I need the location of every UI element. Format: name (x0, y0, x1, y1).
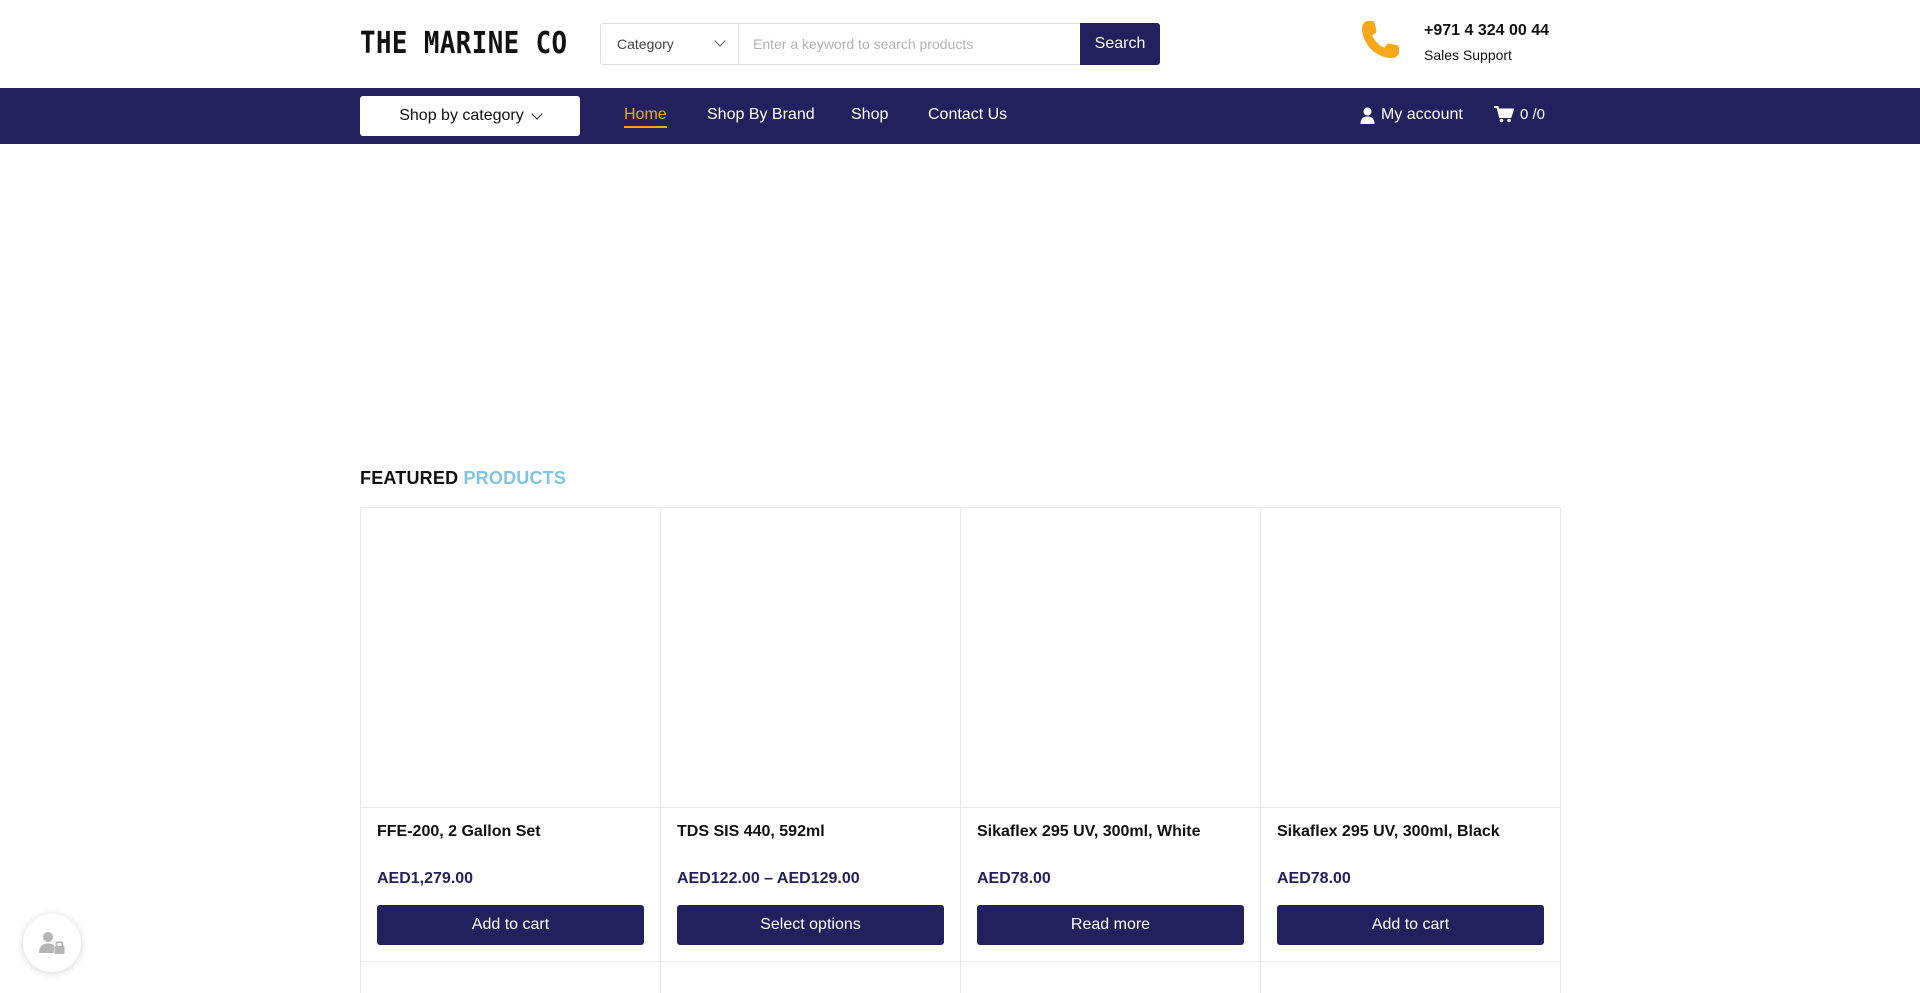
shop-by-category-button[interactable]: Shop by category (360, 96, 580, 136)
shop-by-category-label: Shop by category (399, 107, 524, 124)
product-image[interactable] (361, 508, 660, 808)
product-card-next-row (361, 962, 661, 993)
product-price: AED78.00 (1277, 870, 1351, 887)
product-name[interactable]: TDS SIS 440, 592ml (677, 823, 825, 841)
product-name[interactable]: Sikaflex 295 UV, 300ml, White (977, 823, 1201, 841)
product-image[interactable] (661, 508, 960, 808)
chevron-down-icon (714, 35, 726, 47)
phone-label: Sales Support (1424, 47, 1512, 63)
privacy-settings-button[interactable] (23, 914, 81, 972)
user-lock-icon (39, 932, 65, 954)
nav-link-home[interactable]: Home (624, 106, 667, 128)
top-header: THE MARINE CO Category Search +971 4 324… (0, 0, 1920, 88)
product-price: AED1,279.00 (377, 870, 474, 887)
cart-link[interactable]: 0 /0 (1494, 106, 1545, 123)
read-more-button[interactable]: Read more (977, 905, 1244, 945)
product-name[interactable]: Sikaflex 295 UV, 300ml, Black (1277, 823, 1500, 841)
product-card: FFE-200, 2 Gallon Set AED1,279.00 Add to… (361, 508, 661, 962)
select-options-button[interactable]: Select options (677, 905, 944, 945)
product-image[interactable] (1261, 508, 1560, 808)
add-to-cart-button[interactable]: Add to cart (1277, 905, 1544, 945)
product-name[interactable]: FFE-200, 2 Gallon Set (377, 823, 541, 841)
product-card: TDS SIS 440, 592ml AED122.00 – AED129.00… (661, 508, 961, 962)
search-category-select[interactable]: Category (601, 24, 739, 64)
product-card-next-row (661, 962, 961, 993)
product-card-next-row (1261, 962, 1561, 993)
my-account-label: My account (1381, 106, 1463, 123)
product-card-next-row (961, 962, 1261, 993)
cart-icon (1494, 106, 1514, 123)
chevron-down-icon (531, 107, 543, 120)
search-button[interactable]: Search (1080, 23, 1160, 65)
search-category-label: Category (617, 36, 674, 52)
featured-heading-part1: FEATURED (360, 468, 459, 488)
site-logo[interactable]: THE MARINE CO (360, 26, 568, 61)
product-price: AED122.00 – AED129.00 (677, 870, 860, 887)
nav-link-shop[interactable]: Shop (851, 106, 888, 124)
cart-count: 0 /0 (1520, 106, 1546, 123)
search-bar: Category Search (600, 23, 1160, 65)
nav-link-shop-by-brand[interactable]: Shop By Brand (707, 106, 815, 124)
page: THE MARINE CO Category Search +971 4 324… (0, 0, 1920, 993)
nav-link-contact-us[interactable]: Contact Us (928, 106, 1007, 124)
search-input[interactable] (739, 24, 1080, 64)
my-account-link[interactable]: My account (1360, 106, 1463, 124)
product-card: Sikaflex 295 UV, 300ml, Black AED78.00 A… (1261, 508, 1561, 962)
product-grid: FFE-200, 2 Gallon Set AED1,279.00 Add to… (360, 507, 1561, 993)
product-image[interactable] (961, 508, 1260, 808)
phone-number[interactable]: +971 4 324 00 44 (1424, 22, 1549, 40)
user-icon (1360, 107, 1375, 124)
featured-heading-part2: PRODUCTS (463, 468, 567, 488)
product-price: AED78.00 (977, 870, 1051, 887)
featured-products-heading: FEATURED PRODUCTS (360, 468, 566, 489)
add-to-cart-button[interactable]: Add to cart (377, 905, 644, 945)
product-card: Sikaflex 295 UV, 300ml, White AED78.00 R… (961, 508, 1261, 962)
main-navbar: Shop by category Home Shop By Brand Shop… (0, 88, 1920, 144)
phone-icon (1362, 21, 1399, 58)
